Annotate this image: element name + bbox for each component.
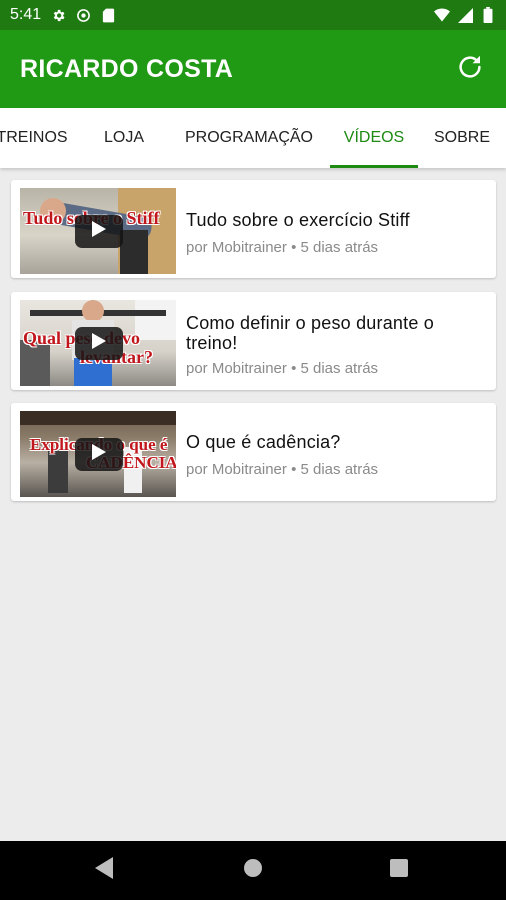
meta-separator: •	[291, 461, 297, 478]
video-list: Tudo sobre o Stiff Tudo sobre o exercíci…	[0, 168, 506, 841]
home-button[interactable]	[223, 841, 283, 900]
video-meta: por Mobitrainer • 5 dias atrás	[186, 360, 378, 377]
back-icon	[95, 857, 115, 884]
video-author: por Mobitrainer	[186, 239, 287, 256]
status-left: 5:41	[10, 6, 116, 24]
refresh-button[interactable]	[454, 53, 486, 85]
tab-programacao[interactable]: PROGRAMAÇÃO	[176, 108, 322, 168]
refresh-icon	[455, 52, 485, 87]
video-card[interactable]: Qual peso devo levantar? Como definir o …	[11, 292, 496, 390]
video-card[interactable]: Explicando o que é CADÊNCIA O que é cadê…	[11, 403, 496, 501]
sd-card-icon	[100, 7, 116, 23]
tab-treinos[interactable]: TREINOS	[0, 108, 70, 168]
video-author: por Mobitrainer	[186, 360, 287, 377]
signal-icon	[457, 7, 473, 23]
tab-loja[interactable]: LOJA	[90, 108, 158, 168]
tab-videos[interactable]: VÍDEOS	[330, 108, 418, 168]
back-button[interactable]	[75, 841, 135, 900]
play-icon	[92, 221, 106, 242]
video-date: 5 dias atrás	[300, 461, 379, 478]
video-thumbnail: Qual peso devo levantar?	[20, 300, 176, 386]
settings-icon	[50, 7, 66, 23]
status-time: 5:41	[10, 6, 42, 23]
video-meta: por Mobitrainer • 5 dias atrás	[186, 461, 378, 478]
video-date: 5 dias atrás	[300, 239, 379, 256]
app-bar: RICARDO COSTA	[0, 30, 506, 108]
recents-icon	[390, 859, 408, 882]
recents-button[interactable]	[369, 841, 429, 900]
play-button[interactable]	[75, 327, 123, 360]
video-date: 5 dias atrás	[300, 360, 379, 377]
home-icon	[243, 858, 263, 883]
play-icon	[92, 333, 106, 354]
tab-bar: TREINOS LOJA PROGRAMAÇÃO VÍDEOS SOBRE	[0, 108, 506, 168]
video-title: Tudo sobre o exercício Stiff	[186, 210, 410, 230]
video-card[interactable]: Tudo sobre o Stiff Tudo sobre o exercíci…	[11, 180, 496, 278]
tab-label: TREINOS	[0, 129, 68, 146]
battery-icon	[480, 7, 496, 23]
play-button[interactable]	[75, 215, 123, 248]
video-author: por Mobitrainer	[186, 461, 287, 478]
tab-label: VÍDEOS	[343, 129, 405, 146]
status-bar: 5:41	[0, 0, 506, 30]
sync-icon	[75, 7, 91, 23]
status-right	[434, 7, 496, 23]
wifi-icon	[434, 7, 450, 23]
system-nav-bar	[0, 841, 506, 900]
tab-label: LOJA	[103, 129, 144, 146]
video-thumbnail: Tudo sobre o Stiff	[20, 188, 176, 274]
video-thumbnail: Explicando o que é CADÊNCIA	[20, 411, 176, 497]
tab-sobre[interactable]: SOBRE	[426, 108, 498, 168]
video-title: O que é cadência?	[186, 432, 341, 452]
app-title: RICARDO COSTA	[20, 54, 234, 83]
play-icon	[92, 444, 106, 465]
video-title: Como definir o peso durante o treino!	[186, 313, 434, 353]
meta-separator: •	[291, 239, 297, 256]
tab-label: SOBRE	[433, 129, 490, 146]
tab-label: PROGRAMAÇÃO	[184, 129, 313, 146]
video-meta: por Mobitrainer • 5 dias atrás	[186, 239, 378, 256]
meta-separator: •	[291, 360, 297, 377]
play-button[interactable]	[75, 438, 123, 471]
